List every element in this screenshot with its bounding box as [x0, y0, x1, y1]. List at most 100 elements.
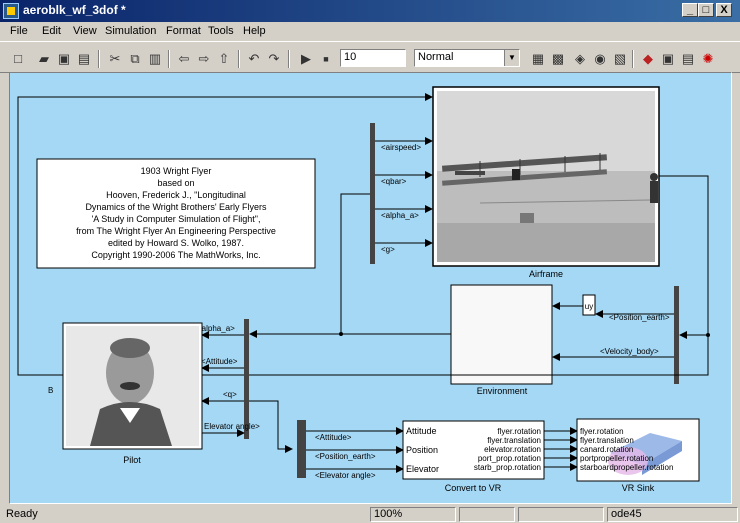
menu-simulation[interactable]: Simulation: [105, 25, 156, 37]
airframe-block[interactable]: Airframe: [432, 86, 660, 279]
signal-label: Elevator angle>: [204, 422, 260, 431]
menu-format[interactable]: Format: [166, 25, 201, 37]
new-model-icon[interactable]: □: [10, 51, 26, 67]
simulink-app-icon: [3, 3, 19, 19]
vr-sink-port: flyer.rotation: [580, 427, 624, 436]
undo-icon[interactable]: ↶: [246, 51, 262, 67]
convert-out-port: elevator.rotation: [484, 445, 541, 454]
toolbar-separator: [98, 50, 100, 68]
airframe-label: Airframe: [529, 269, 563, 279]
window-title: aeroblk_wf_3dof *: [23, 3, 126, 17]
annotation-line: 1903 Wright Flyer: [141, 166, 212, 176]
vr-sink-port: canard.rotation: [580, 445, 633, 454]
pilot-block[interactable]: Pilot: [62, 322, 203, 465]
model-canvas[interactable]: 1903 Wright Flyer based on Hooven, Frede…: [9, 72, 732, 504]
pilot-label: Pilot: [123, 455, 141, 465]
vr-sink-port: starboardpropeller.rotation: [580, 463, 673, 472]
target-icon[interactable]: ◉: [592, 51, 608, 67]
toolbar-separator: [632, 50, 634, 68]
bus-selector-bar[interactable]: [244, 319, 249, 439]
zoom-level: 100%: [370, 507, 456, 522]
signal-label: <qbar>: [381, 177, 407, 186]
save-icon[interactable]: ▣: [56, 51, 72, 67]
debugger-icon[interactable]: ✺: [700, 51, 716, 67]
menu-help[interactable]: Help: [243, 25, 266, 37]
signal-label: <g>: [381, 245, 395, 254]
pilot-inputs: <alpha_a> <Attitude> <q> Elevator angle>: [197, 324, 260, 437]
signal-label: <alpha_a>: [381, 211, 419, 220]
vr-sink-label: VR Sink: [622, 483, 655, 493]
signal-label: <Attitude>: [315, 433, 352, 442]
menu-view[interactable]: View: [73, 25, 97, 37]
menu-edit[interactable]: Edit: [42, 25, 61, 37]
model-info-icon[interactable]: ▤: [680, 51, 696, 67]
convert-to-vr-block[interactable]: Attitude Position Elevator flyer.rotatio…: [402, 420, 545, 493]
annotation-line: Dynamics of the Wright Brothers' Early F…: [85, 202, 267, 212]
forward-arrow-icon[interactable]: ⇨: [196, 51, 212, 67]
convert-in-port: Position: [406, 445, 438, 455]
convert-inputs: <Attitude> <Position_earth> <Elevator an…: [306, 427, 404, 480]
signal-label: <Attitude>: [201, 357, 238, 366]
update-diagram-icon[interactable]: ▦: [530, 51, 546, 67]
simulation-mode-select[interactable]: Normal ▼: [414, 49, 520, 67]
copy-icon[interactable]: ⧉: [127, 51, 143, 67]
stop-icon[interactable]: ■: [318, 51, 334, 67]
back-arrow-icon[interactable]: ⇦: [176, 51, 192, 67]
stop-time-input[interactable]: 10: [340, 49, 406, 67]
status-cell: [518, 507, 604, 522]
annotation-box[interactable]: 1903 Wright Flyer based on Hooven, Frede…: [36, 158, 316, 269]
maximize-button[interactable]: □: [698, 3, 714, 17]
build-icon[interactable]: ▩: [550, 51, 566, 67]
toolbar-separator: [168, 50, 170, 68]
airframe-inputs: <airspeed> <qbar> <alpha_a> <g>: [375, 137, 433, 254]
minimize-button[interactable]: _: [682, 3, 698, 17]
close-button[interactable]: X: [716, 3, 732, 17]
solver-name: ode45: [607, 507, 738, 522]
vr-sink-port: portpropeller.rotation: [580, 454, 653, 463]
paste-icon[interactable]: ▥: [147, 51, 163, 67]
menu-file[interactable]: File: [10, 25, 28, 37]
model-explorer-icon[interactable]: ▣: [660, 51, 676, 67]
signal-label: <Position_earth>: [315, 452, 376, 461]
convert-in-port: Attitude: [406, 426, 437, 436]
signal-label: <Elevator angle>: [315, 471, 376, 480]
simulation-mode-value: Normal: [418, 51, 454, 63]
convert-out-port: flyer.rotation: [497, 427, 541, 436]
bus-selector-bar[interactable]: [674, 286, 679, 384]
annotation-line: based on: [157, 178, 194, 188]
open-folder-icon[interactable]: ▰: [36, 51, 52, 67]
signal-label: <airspeed>: [381, 143, 421, 152]
convert-in-port: Elevator: [406, 464, 439, 474]
menu-tools[interactable]: Tools: [208, 25, 234, 37]
title-bar[interactable]: aeroblk_wf_3dof * _ □ X: [0, 0, 740, 22]
toolbar-separator: [288, 50, 290, 68]
redo-icon[interactable]: ↷: [266, 51, 282, 67]
uy-label: uy: [585, 302, 593, 311]
refresh-icon[interactable]: ◈: [572, 51, 588, 67]
uy-block[interactable]: uy: [582, 294, 596, 316]
chevron-down-icon[interactable]: ▼: [504, 50, 519, 66]
signal-label: B: [48, 386, 53, 395]
debug-icon[interactable]: ▧: [612, 51, 628, 67]
bus-selector-bar[interactable]: [297, 420, 306, 478]
status-bar: Ready 100% ode45: [0, 505, 740, 523]
environment-block[interactable]: Environment: [450, 284, 553, 396]
convert-out-port: flyer.translation: [487, 436, 541, 445]
environment-label: Environment: [477, 386, 528, 396]
vr-sink-block[interactable]: flyer.rotation flyer.translation canard.…: [576, 418, 700, 493]
signal-label: <q>: [223, 390, 237, 399]
print-icon[interactable]: ▤: [76, 51, 92, 67]
signal-label: <alpha_a>: [197, 324, 235, 333]
annotation-line: from The Wright Flyer An Engineering Per…: [76, 226, 276, 236]
bus-selector-bar[interactable]: [370, 123, 375, 264]
annotation-line: Hooven, Frederick J., "Longitudinal: [106, 190, 246, 200]
cut-icon[interactable]: ✂: [107, 51, 123, 67]
up-arrow-icon[interactable]: ⇧: [216, 51, 232, 67]
vr-sink-port: flyer.translation: [580, 436, 634, 445]
play-icon[interactable]: ▶: [298, 51, 314, 67]
convert-out-port: starb_prop.rotation: [474, 463, 541, 472]
library-browser-icon[interactable]: ◆: [640, 51, 656, 67]
menu-bar: File Edit View Simulation Format Tools H…: [0, 22, 740, 41]
convert-label: Convert to VR: [445, 483, 502, 493]
convert-out-port: port_prop.rotation: [478, 454, 541, 463]
